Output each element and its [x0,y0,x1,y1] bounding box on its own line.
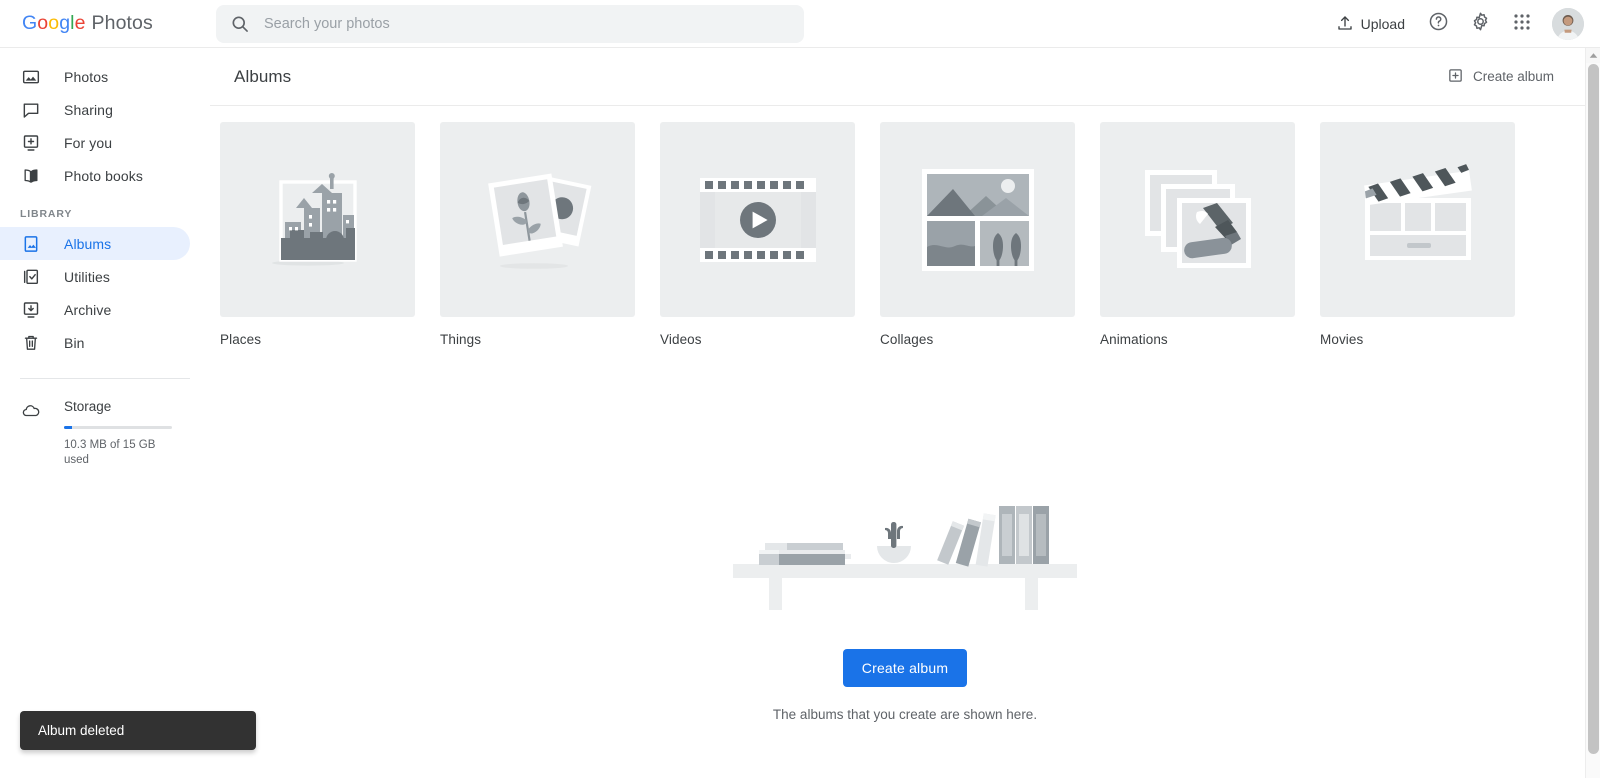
help-button[interactable] [1418,4,1458,44]
storage-progress-fill [64,426,72,429]
cloud-icon [20,399,42,421]
storage-progress-bar [64,426,172,429]
tile-animations[interactable]: Animations [1100,122,1295,347]
collage-grid-art [921,168,1034,271]
help-circle-icon [1428,11,1449,37]
upload-label: Upload [1360,16,1405,32]
storage-usage-text: 10.3 MB of 15 GB used [64,439,156,466]
tile-places[interactable]: Places [220,122,415,347]
tile-label: Places [220,332,262,347]
tulip-photos-art [487,172,591,269]
photo-stack-art [1144,169,1251,268]
tile-artwork [880,122,1075,317]
scrollbar-thumb[interactable] [1588,64,1599,754]
brand-logo[interactable]: Google Photos [22,12,202,35]
apps-button[interactable] [1502,4,1542,44]
top-app-bar: Google Photos Upload [0,0,1600,48]
sidebar-item-utilities[interactable]: Utilities [0,260,190,293]
clapperboard-art [1363,163,1472,260]
sidebar-item-archive[interactable]: Archive [0,293,190,326]
upload-button[interactable]: Upload [1325,7,1416,42]
tile-label: Collages [880,332,934,347]
for-you-icon [20,133,42,153]
avatar[interactable] [1552,8,1584,40]
sidebar-item-label: For you [64,134,113,151]
sidebar-item-label: Bin [64,334,85,351]
tile-collages[interactable]: Collages [880,122,1075,347]
tile-artwork [220,122,415,317]
chevron-up-icon [1589,53,1598,58]
search-icon [230,14,250,34]
bookshelf-art [733,506,1077,614]
google-wordmark: Google [22,12,86,34]
storage-section[interactable]: Storage 10.3 MB of 15 GB used [0,399,210,468]
empty-state-subtitle: The albums that you create are shown her… [772,707,1038,722]
tile-artwork [1320,122,1515,317]
sidebar-item-albums[interactable]: Albums [0,227,190,260]
sidebar-divider [20,378,190,379]
sidebar-item-label: Albums [64,235,112,252]
page-header: Albums Create album [210,48,1600,106]
apps-grid-icon [1512,12,1532,37]
utilities-check-icon [20,267,42,287]
search-bar[interactable] [216,5,804,43]
main-content: Albums Create album Places Things Videos… [210,48,1600,778]
tile-videos[interactable]: Videos [660,122,855,347]
vertical-scrollbar[interactable] [1585,48,1600,778]
chat-bubble-icon [20,100,42,120]
sidebar-item-photos[interactable]: Photos [0,60,190,93]
sidebar-section-library: LIBRARY [20,208,73,220]
sidebar: Photos Sharing For you Photo books LIBRA… [0,48,210,778]
gear-icon [1470,11,1491,37]
tile-label: Things [440,332,482,347]
tile-movies[interactable]: Movies [1320,122,1515,347]
toast-notification: Album deleted [20,711,256,750]
create-album-header-label: Create album [1472,69,1554,84]
sidebar-item-label: Photo books [64,167,143,184]
tile-label: Animations [1100,332,1168,347]
product-name: Photos [91,12,153,34]
scroll-up-button[interactable] [1586,48,1600,63]
settings-button[interactable] [1460,4,1500,44]
tile-artwork [440,122,635,317]
sidebar-item-label: Utilities [64,268,111,285]
tile-label: Videos [660,332,702,347]
top-bar-actions: Upload [1325,0,1586,48]
cityscape-art [271,172,357,266]
album-icon [20,234,42,254]
upload-icon [1336,14,1354,35]
user-avatar-image [1552,8,1584,40]
filmstrip-play-art [699,177,816,262]
empty-state-artwork [733,488,1077,615]
open-book-icon [20,166,42,186]
album-category-tiles: Places Things Videos Collages Animations… [210,106,1600,347]
page-title: Albums [234,66,292,86]
search-input[interactable] [264,16,804,32]
trash-icon [20,333,42,353]
sidebar-item-label: Sharing [64,101,113,118]
add-box-icon [1447,67,1464,87]
storage-title: Storage [64,399,112,414]
tile-label: Movies [1320,332,1364,347]
sidebar-item-bin[interactable]: Bin [0,326,190,359]
tile-artwork [660,122,855,317]
archive-icon [20,300,42,320]
create-album-header-button[interactable]: Create album [1439,61,1562,93]
sidebar-item-label: Photos [64,68,109,85]
toast-message: Album deleted [38,723,125,738]
sidebar-item-sharing[interactable]: Sharing [0,93,190,126]
sidebar-item-label: Archive [64,301,112,318]
empty-state: Create album The albums that you create … [210,488,1600,722]
create-album-cta-button[interactable]: Create album [842,649,968,687]
sidebar-item-photo-books[interactable]: Photo books [0,159,190,192]
photo-icon [20,67,42,87]
sidebar-item-for-you[interactable]: For you [0,126,190,159]
tile-artwork [1100,122,1295,317]
tile-things[interactable]: Things [440,122,635,347]
